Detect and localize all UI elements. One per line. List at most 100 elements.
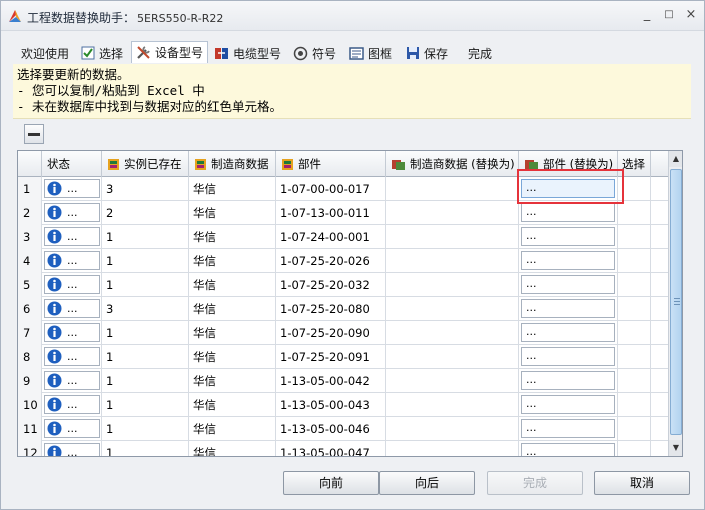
select-cell[interactable] xyxy=(618,225,651,249)
row-number[interactable]: 10 xyxy=(18,393,42,417)
select-cell[interactable] xyxy=(618,369,651,393)
select-cell[interactable] xyxy=(618,441,651,456)
status-button[interactable]: ... xyxy=(44,227,100,246)
part-replace-input[interactable]: ... xyxy=(521,203,615,222)
part-cell[interactable]: 1-13-05-00-043 xyxy=(276,393,386,417)
instances-cell[interactable]: 1 xyxy=(102,249,189,273)
part-cell[interactable]: 1-13-05-00-047 xyxy=(276,441,386,456)
instances-cell[interactable]: 3 xyxy=(102,177,189,201)
back-button[interactable]: 向前 xyxy=(283,471,379,495)
row-number[interactable]: 6 xyxy=(18,297,42,321)
step-finish[interactable]: 完成 xyxy=(468,43,492,63)
table-row[interactable]: 9... 1 华信 1-13-05-00-042... xyxy=(18,369,668,393)
part-cell[interactable]: 1-07-25-20-091 xyxy=(276,345,386,369)
part-cell[interactable]: 1-07-13-00-011 xyxy=(276,201,386,225)
select-cell[interactable] xyxy=(618,345,651,369)
part-replace-input[interactable]: ... xyxy=(521,227,615,246)
header-instances[interactable]: 实例已存在 xyxy=(102,151,189,177)
manufacturer-cell[interactable]: 华信 xyxy=(189,417,276,441)
row-number[interactable]: 9 xyxy=(18,369,42,393)
status-button[interactable]: ... xyxy=(44,371,100,390)
part-cell[interactable]: 1-07-25-20-080 xyxy=(276,297,386,321)
next-button[interactable]: 向后 xyxy=(379,471,475,495)
instances-cell[interactable]: 1 xyxy=(102,225,189,249)
part-replace-input[interactable]: ... xyxy=(521,179,615,198)
table-row[interactable]: 4... 1 华信 1-07-25-20-026... xyxy=(18,249,668,273)
step-cable-model[interactable]: 电缆型号 xyxy=(214,43,281,63)
header-status[interactable]: 状态 xyxy=(42,151,102,177)
manufacturer-cell[interactable]: 华信 xyxy=(189,177,276,201)
manufacturer-cell[interactable]: 华信 xyxy=(189,369,276,393)
header-manufacturer-replace[interactable]: 制造商数据 (替换为) xyxy=(386,151,519,177)
status-button[interactable]: ... xyxy=(44,203,100,222)
table-row[interactable]: 11... 1 华信 1-13-05-00-046... xyxy=(18,417,668,441)
table-row[interactable]: 10... 1 华信 1-13-05-00-043... xyxy=(18,393,668,417)
instances-cell[interactable]: 1 xyxy=(102,393,189,417)
header-part[interactable]: 部件 xyxy=(276,151,386,177)
instances-cell[interactable]: 1 xyxy=(102,417,189,441)
select-cell[interactable] xyxy=(618,201,651,225)
manufacturer-cell[interactable]: 华信 xyxy=(189,225,276,249)
row-number[interactable]: 4 xyxy=(18,249,42,273)
step-frame[interactable]: 图框 xyxy=(349,43,392,63)
status-button[interactable]: ... xyxy=(44,251,100,270)
status-button[interactable]: ... xyxy=(44,419,100,438)
status-button[interactable]: ... xyxy=(44,323,100,342)
table-row[interactable]: 5... 1 华信 1-07-25-20-032... xyxy=(18,273,668,297)
part-replace-input[interactable]: ... xyxy=(521,347,615,366)
minimize-button[interactable]: _ xyxy=(637,6,657,24)
part-cell[interactable]: 1-13-05-00-046 xyxy=(276,417,386,441)
manufacturer-cell[interactable]: 华信 xyxy=(189,297,276,321)
part-replace-input[interactable]: ... xyxy=(521,395,615,414)
select-cell[interactable] xyxy=(618,393,651,417)
select-cell[interactable] xyxy=(618,417,651,441)
instances-cell[interactable]: 2 xyxy=(102,201,189,225)
manufacturer-replace-cell[interactable] xyxy=(386,297,519,321)
part-cell[interactable]: 1-07-00-00-017 xyxy=(276,177,386,201)
row-number[interactable]: 7 xyxy=(18,321,42,345)
status-button[interactable]: ... xyxy=(44,443,100,456)
row-number[interactable]: 12 xyxy=(18,441,42,456)
manufacturer-replace-cell[interactable] xyxy=(386,201,519,225)
finish-button[interactable]: 完成 xyxy=(487,471,583,495)
row-number[interactable]: 11 xyxy=(18,417,42,441)
header-part-replace[interactable]: 部件 (替换为) xyxy=(519,151,618,177)
manufacturer-cell[interactable]: 华信 xyxy=(189,201,276,225)
row-number[interactable]: 5 xyxy=(18,273,42,297)
instances-cell[interactable]: 1 xyxy=(102,273,189,297)
status-button[interactable]: ... xyxy=(44,179,100,198)
step-symbol[interactable]: 符号 xyxy=(293,43,336,63)
manufacturer-cell[interactable]: 华信 xyxy=(189,321,276,345)
row-number[interactable]: 2 xyxy=(18,201,42,225)
title-bar[interactable]: 工程数据替换助手： 5ERS550-R-R22 _ □ × xyxy=(1,1,704,31)
vertical-scrollbar[interactable]: ▲ ▼ xyxy=(668,151,682,456)
header-manufacturer[interactable]: 制造商数据 xyxy=(189,151,276,177)
part-replace-input[interactable]: ... xyxy=(521,443,615,456)
part-replace-input[interactable]: ... xyxy=(521,371,615,390)
scrollbar-thumb[interactable] xyxy=(670,169,682,435)
manufacturer-replace-cell[interactable] xyxy=(386,369,519,393)
instances-cell[interactable]: 1 xyxy=(102,441,189,456)
table-row[interactable]: 3... 1 华信 1-07-24-00-001... xyxy=(18,225,668,249)
part-replace-input[interactable]: ... xyxy=(521,275,615,294)
collapse-button[interactable] xyxy=(24,124,44,144)
instances-cell[interactable]: 1 xyxy=(102,369,189,393)
header-select[interactable]: 选择 xyxy=(618,151,651,177)
manufacturer-cell[interactable]: 华信 xyxy=(189,393,276,417)
instances-cell[interactable]: 1 xyxy=(102,321,189,345)
instances-cell[interactable]: 1 xyxy=(102,345,189,369)
select-cell[interactable] xyxy=(618,321,651,345)
part-replace-input[interactable]: ... xyxy=(521,323,615,342)
table-row[interactable]: 6... 3 华信 1-07-25-20-080... xyxy=(18,297,668,321)
manufacturer-cell[interactable]: 华信 xyxy=(189,441,276,456)
manufacturer-replace-cell[interactable] xyxy=(386,393,519,417)
table-row[interactable]: 12... 1 华信 1-13-05-00-047... xyxy=(18,441,668,456)
table-row[interactable]: 1... 3 华信 1-07-00-00-017... xyxy=(18,177,668,201)
step-welcome[interactable]: 欢迎使用 xyxy=(21,43,69,63)
manufacturer-replace-cell[interactable] xyxy=(386,249,519,273)
scroll-up-arrow-icon[interactable]: ▲ xyxy=(669,151,682,167)
part-cell[interactable]: 1-07-24-00-001 xyxy=(276,225,386,249)
manufacturer-replace-cell[interactable] xyxy=(386,225,519,249)
status-button[interactable]: ... xyxy=(44,347,100,366)
row-number[interactable]: 1 xyxy=(18,177,42,201)
